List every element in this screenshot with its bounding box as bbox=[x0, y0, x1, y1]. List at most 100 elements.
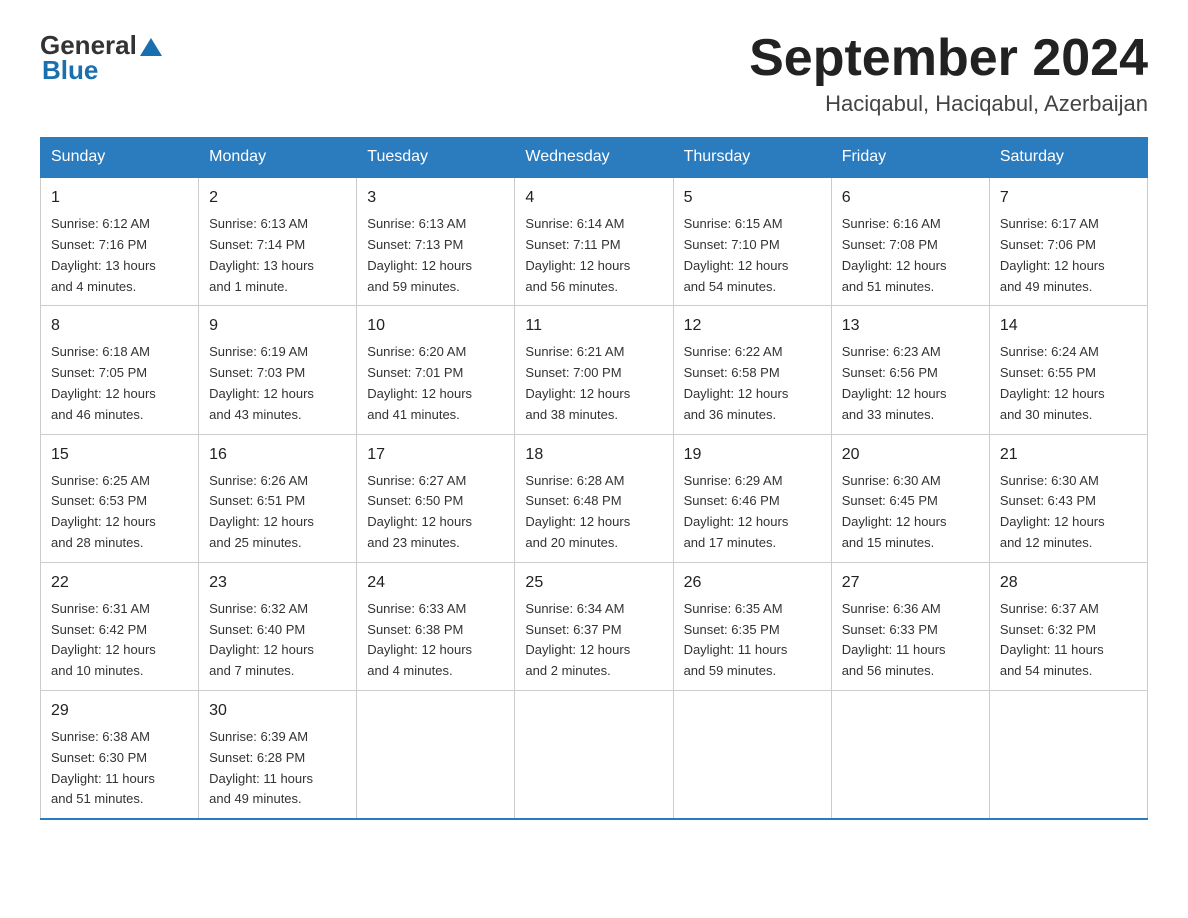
day-number: 18 bbox=[525, 443, 662, 467]
day-info: Sunrise: 6:33 AM Sunset: 6:38 PM Dayligh… bbox=[367, 601, 472, 678]
calendar-cell: 11 Sunrise: 6:21 AM Sunset: 7:00 PM Dayli… bbox=[515, 306, 673, 434]
calendar-day-header: Tuesday bbox=[357, 138, 515, 178]
calendar-week-row: 8 Sunrise: 6:18 AM Sunset: 7:05 PM Daylig… bbox=[41, 306, 1148, 434]
calendar-cell: 5Sunrise: 6:15 AM Sunset: 7:10 PM Daylig… bbox=[673, 177, 831, 306]
day-number: 7 bbox=[1000, 186, 1137, 210]
calendar-cell: 12Sunrise: 6:22 AM Sunset: 6:58 PM Dayli… bbox=[673, 306, 831, 434]
calendar-week-row: 1 Sunrise: 6:12 AM Sunset: 7:16 PM Daylig… bbox=[41, 177, 1148, 306]
day-number: 10 bbox=[367, 314, 504, 338]
calendar-cell bbox=[357, 690, 515, 819]
day-number: 17 bbox=[367, 443, 504, 467]
calendar-cell: 26 Sunrise: 6:35 AM Sunset: 6:35 PM Dayli… bbox=[673, 562, 831, 690]
day-info: Sunrise: 6:19 AM Sunset: 7:03 PM Dayligh… bbox=[209, 344, 314, 421]
day-number: 21 bbox=[1000, 443, 1137, 467]
calendar-cell: 18 Sunrise: 6:28 AM Sunset: 6:48 PM Dayli… bbox=[515, 434, 673, 562]
calendar-cell: 14 Sunrise: 6:24 AM Sunset: 6:55 PM Dayli… bbox=[989, 306, 1147, 434]
day-info: Sunrise: 6:22 AM Sunset: 6:58 PM Dayligh… bbox=[684, 344, 789, 421]
calendar-cell: 15 Sunrise: 6:25 AM Sunset: 6:53 PM Dayli… bbox=[41, 434, 199, 562]
day-number: 24 bbox=[367, 571, 504, 595]
logo-blue: Blue bbox=[42, 55, 162, 86]
calendar-cell: 2Sunrise: 6:13 AM Sunset: 7:14 PM Daylig… bbox=[199, 177, 357, 306]
calendar-cell: 20Sunrise: 6:30 AM Sunset: 6:45 PM Dayli… bbox=[831, 434, 989, 562]
day-info: Sunrise: 6:18 AM Sunset: 7:05 PM Dayligh… bbox=[51, 344, 156, 421]
calendar-cell: 16Sunrise: 6:26 AM Sunset: 6:51 PM Dayli… bbox=[199, 434, 357, 562]
day-info: Sunrise: 6:29 AM Sunset: 6:46 PM Dayligh… bbox=[684, 473, 789, 550]
day-number: 3 bbox=[367, 186, 504, 210]
month-title: September 2024 bbox=[749, 30, 1148, 87]
location-title: Haciqabul, Haciqabul, Azerbaijan bbox=[749, 91, 1148, 117]
day-info: Sunrise: 6:30 AM Sunset: 6:43 PM Dayligh… bbox=[1000, 473, 1105, 550]
day-number: 5 bbox=[684, 186, 821, 210]
day-info: Sunrise: 6:37 AM Sunset: 6:32 PM Dayligh… bbox=[1000, 601, 1104, 678]
calendar-table: SundayMondayTuesdayWednesdayThursdayFrid… bbox=[40, 137, 1148, 820]
day-number: 27 bbox=[842, 571, 979, 595]
title-area: September 2024 Haciqabul, Haciqabul, Aze… bbox=[749, 30, 1148, 117]
logo: General Blue bbox=[40, 30, 162, 86]
day-info: Sunrise: 6:14 AM Sunset: 7:11 PM Dayligh… bbox=[525, 216, 630, 293]
calendar-week-row: 15 Sunrise: 6:25 AM Sunset: 6:53 PM Dayli… bbox=[41, 434, 1148, 562]
day-info: Sunrise: 6:23 AM Sunset: 6:56 PM Dayligh… bbox=[842, 344, 947, 421]
calendar-week-row: 22 Sunrise: 6:31 AM Sunset: 6:42 PM Dayli… bbox=[41, 562, 1148, 690]
calendar-cell: 3 Sunrise: 6:13 AM Sunset: 7:13 PM Daylig… bbox=[357, 177, 515, 306]
calendar-cell bbox=[831, 690, 989, 819]
day-info: Sunrise: 6:16 AM Sunset: 7:08 PM Dayligh… bbox=[842, 216, 947, 293]
calendar-day-header: Friday bbox=[831, 138, 989, 178]
calendar-day-header: Sunday bbox=[41, 138, 199, 178]
calendar-cell: 21 Sunrise: 6:30 AM Sunset: 6:43 PM Dayli… bbox=[989, 434, 1147, 562]
day-number: 28 bbox=[1000, 571, 1137, 595]
day-number: 13 bbox=[842, 314, 979, 338]
day-info: Sunrise: 6:17 AM Sunset: 7:06 PM Dayligh… bbox=[1000, 216, 1105, 293]
calendar-cell: 27 Sunrise: 6:36 AM Sunset: 6:33 PM Dayli… bbox=[831, 562, 989, 690]
calendar-cell: 13 Sunrise: 6:23 AM Sunset: 6:56 PM Dayli… bbox=[831, 306, 989, 434]
day-number: 30 bbox=[209, 699, 346, 723]
calendar-cell bbox=[673, 690, 831, 819]
calendar-day-header: Saturday bbox=[989, 138, 1147, 178]
day-number: 26 bbox=[684, 571, 821, 595]
day-info: Sunrise: 6:35 AM Sunset: 6:35 PM Dayligh… bbox=[684, 601, 788, 678]
day-info: Sunrise: 6:30 AM Sunset: 6:45 PM Dayligh… bbox=[842, 473, 947, 550]
calendar-cell: 19 Sunrise: 6:29 AM Sunset: 6:46 PM Dayli… bbox=[673, 434, 831, 562]
day-number: 23 bbox=[209, 571, 346, 595]
day-info: Sunrise: 6:21 AM Sunset: 7:00 PM Dayligh… bbox=[525, 344, 630, 421]
calendar-cell: 28 Sunrise: 6:37 AM Sunset: 6:32 PM Dayli… bbox=[989, 562, 1147, 690]
day-info: Sunrise: 6:24 AM Sunset: 6:55 PM Dayligh… bbox=[1000, 344, 1105, 421]
calendar-cell: 23Sunrise: 6:32 AM Sunset: 6:40 PM Dayli… bbox=[199, 562, 357, 690]
day-number: 8 bbox=[51, 314, 188, 338]
calendar-day-header: Monday bbox=[199, 138, 357, 178]
day-info: Sunrise: 6:34 AM Sunset: 6:37 PM Dayligh… bbox=[525, 601, 630, 678]
day-info: Sunrise: 6:26 AM Sunset: 6:51 PM Dayligh… bbox=[209, 473, 314, 550]
day-info: Sunrise: 6:31 AM Sunset: 6:42 PM Dayligh… bbox=[51, 601, 156, 678]
day-info: Sunrise: 6:13 AM Sunset: 7:13 PM Dayligh… bbox=[367, 216, 472, 293]
day-info: Sunrise: 6:28 AM Sunset: 6:48 PM Dayligh… bbox=[525, 473, 630, 550]
day-number: 15 bbox=[51, 443, 188, 467]
day-number: 1 bbox=[51, 186, 188, 210]
calendar-week-row: 29 Sunrise: 6:38 AM Sunset: 6:30 PM Dayli… bbox=[41, 690, 1148, 819]
calendar-cell: 6 Sunrise: 6:16 AM Sunset: 7:08 PM Daylig… bbox=[831, 177, 989, 306]
calendar-cell: 30Sunrise: 6:39 AM Sunset: 6:28 PM Dayli… bbox=[199, 690, 357, 819]
day-info: Sunrise: 6:36 AM Sunset: 6:33 PM Dayligh… bbox=[842, 601, 946, 678]
calendar-cell: 24 Sunrise: 6:33 AM Sunset: 6:38 PM Dayli… bbox=[357, 562, 515, 690]
day-info: Sunrise: 6:38 AM Sunset: 6:30 PM Dayligh… bbox=[51, 729, 155, 806]
calendar-cell: 7 Sunrise: 6:17 AM Sunset: 7:06 PM Daylig… bbox=[989, 177, 1147, 306]
day-number: 25 bbox=[525, 571, 662, 595]
day-info: Sunrise: 6:13 AM Sunset: 7:14 PM Dayligh… bbox=[209, 216, 314, 293]
day-info: Sunrise: 6:25 AM Sunset: 6:53 PM Dayligh… bbox=[51, 473, 156, 550]
calendar-cell: 9Sunrise: 6:19 AM Sunset: 7:03 PM Daylig… bbox=[199, 306, 357, 434]
calendar-header-row: SundayMondayTuesdayWednesdayThursdayFrid… bbox=[41, 138, 1148, 178]
calendar-cell: 22 Sunrise: 6:31 AM Sunset: 6:42 PM Dayli… bbox=[41, 562, 199, 690]
day-number: 4 bbox=[525, 186, 662, 210]
day-number: 14 bbox=[1000, 314, 1137, 338]
day-number: 6 bbox=[842, 186, 979, 210]
calendar-cell: 25 Sunrise: 6:34 AM Sunset: 6:37 PM Dayli… bbox=[515, 562, 673, 690]
page-header: General Blue September 2024 Haciqabul, H… bbox=[40, 30, 1148, 117]
day-info: Sunrise: 6:20 AM Sunset: 7:01 PM Dayligh… bbox=[367, 344, 472, 421]
day-number: 11 bbox=[525, 314, 662, 338]
calendar-cell: 4 Sunrise: 6:14 AM Sunset: 7:11 PM Daylig… bbox=[515, 177, 673, 306]
day-info: Sunrise: 6:12 AM Sunset: 7:16 PM Dayligh… bbox=[51, 216, 156, 293]
calendar-day-header: Wednesday bbox=[515, 138, 673, 178]
calendar-cell bbox=[989, 690, 1147, 819]
day-number: 22 bbox=[51, 571, 188, 595]
day-number: 19 bbox=[684, 443, 821, 467]
day-info: Sunrise: 6:27 AM Sunset: 6:50 PM Dayligh… bbox=[367, 473, 472, 550]
day-number: 29 bbox=[51, 699, 188, 723]
